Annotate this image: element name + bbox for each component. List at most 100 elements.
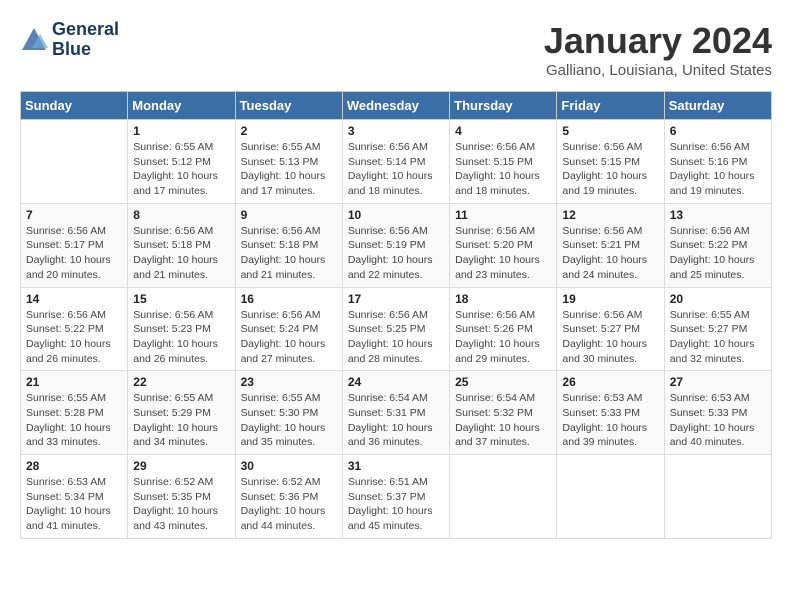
day-info: Sunrise: 6:56 AMSunset: 5:14 PMDaylight:… [348,140,444,199]
calendar-week-row: 1Sunrise: 6:55 AMSunset: 5:12 PMDaylight… [21,120,772,204]
day-number: 13 [670,208,766,222]
day-info: Sunrise: 6:55 AMSunset: 5:13 PMDaylight:… [241,140,337,199]
calendar-cell: 31 Sunrise: 6:51 AMSunset: 5:37 PMDayligh… [342,455,449,539]
day-number: 15 [133,292,229,306]
day-number: 23 [241,375,337,389]
calendar-week-row: 21 Sunrise: 6:55 AMSunset: 5:28 PMDayligh… [21,371,772,455]
calendar-cell: 12 Sunrise: 6:56 AMSunset: 5:21 PMDayligh… [557,203,664,287]
day-number: 4 [455,124,551,138]
day-info: Sunrise: 6:55 AMSunset: 5:27 PMDaylight:… [670,308,766,367]
calendar-cell: 8Sunrise: 6:56 AMSunset: 5:18 PMDaylight… [128,203,235,287]
column-header-sunday: Sunday [21,92,128,120]
column-header-tuesday: Tuesday [235,92,342,120]
day-number: 16 [241,292,337,306]
calendar-cell: 22 Sunrise: 6:55 AMSunset: 5:29 PMDayligh… [128,371,235,455]
calendar-cell: 19 Sunrise: 6:56 AMSunset: 5:27 PMDayligh… [557,287,664,371]
calendar-cell: 20 Sunrise: 6:55 AMSunset: 5:27 PMDayligh… [664,287,771,371]
day-info: Sunrise: 6:55 AMSunset: 5:12 PMDaylight:… [133,140,229,199]
calendar-cell [21,120,128,204]
day-number: 10 [348,208,444,222]
logo-text: General Blue [52,20,119,60]
day-number: 7 [26,208,122,222]
day-info: Sunrise: 6:52 AMSunset: 5:36 PMDaylight:… [241,475,337,534]
day-number: 14 [26,292,122,306]
day-number: 18 [455,292,551,306]
calendar-cell: 17 Sunrise: 6:56 AMSunset: 5:25 PMDayligh… [342,287,449,371]
calendar-cell: 7 Sunrise: 6:56 AMSunset: 5:17 PMDaylight… [21,203,128,287]
day-info: Sunrise: 6:56 AMSunset: 5:20 PMDaylight:… [455,224,551,283]
calendar-cell: 29 Sunrise: 6:52 AMSunset: 5:35 PMDayligh… [128,455,235,539]
calendar-title: January 2024 [544,20,772,62]
day-info: Sunrise: 6:52 AMSunset: 5:35 PMDaylight:… [133,475,229,534]
calendar-cell: 23 Sunrise: 6:55 AMSunset: 5:30 PMDayligh… [235,371,342,455]
day-number: 28 [26,459,122,473]
day-info: Sunrise: 6:55 AMSunset: 5:29 PMDaylight:… [133,391,229,450]
calendar-cell: 25Sunrise: 6:54 AMSunset: 5:32 PMDayligh… [450,371,557,455]
calendar-cell [450,455,557,539]
calendar-cell: 1Sunrise: 6:55 AMSunset: 5:12 PMDaylight… [128,120,235,204]
day-number: 27 [670,375,766,389]
calendar-week-row: 28Sunrise: 6:53 AMSunset: 5:34 PMDayligh… [21,455,772,539]
day-number: 17 [348,292,444,306]
day-info: Sunrise: 6:56 AMSunset: 5:15 PMDaylight:… [455,140,551,199]
day-info: Sunrise: 6:56 AMSunset: 5:21 PMDaylight:… [562,224,658,283]
calendar-cell: 5 Sunrise: 6:56 AMSunset: 5:15 PMDaylight… [557,120,664,204]
column-header-monday: Monday [128,92,235,120]
day-number: 22 [133,375,229,389]
calendar-cell: 4 Sunrise: 6:56 AMSunset: 5:15 PMDaylight… [450,120,557,204]
calendar-cell: 9Sunrise: 6:56 AMSunset: 5:18 PMDaylight… [235,203,342,287]
day-number: 24 [348,375,444,389]
day-number: 26 [562,375,658,389]
calendar-cell: 21 Sunrise: 6:55 AMSunset: 5:28 PMDayligh… [21,371,128,455]
column-header-friday: Friday [557,92,664,120]
day-info: Sunrise: 6:56 AMSunset: 5:16 PMDaylight:… [670,140,766,199]
day-info: Sunrise: 6:56 AMSunset: 5:19 PMDaylight:… [348,224,444,283]
calendar-cell: 26 Sunrise: 6:53 AMSunset: 5:33 PMDayligh… [557,371,664,455]
day-info: Sunrise: 6:55 AMSunset: 5:30 PMDaylight:… [241,391,337,450]
day-number: 12 [562,208,658,222]
logo-line1: General [52,20,119,40]
day-info: Sunrise: 6:53 AMSunset: 5:33 PMDaylight:… [562,391,658,450]
calendar-cell: 10 Sunrise: 6:56 AMSunset: 5:19 PMDayligh… [342,203,449,287]
logo-icon [20,26,48,54]
calendar-subtitle: Galliano, Louisiana, United States [544,62,772,79]
day-info: Sunrise: 6:54 AMSunset: 5:31 PMDaylight:… [348,391,444,450]
day-number: 21 [26,375,122,389]
day-info: Sunrise: 6:56 AMSunset: 5:17 PMDaylight:… [26,224,122,283]
day-number: 29 [133,459,229,473]
calendar-cell: 6 Sunrise: 6:56 AMSunset: 5:16 PMDaylight… [664,120,771,204]
day-info: Sunrise: 6:56 AMSunset: 5:26 PMDaylight:… [455,308,551,367]
day-info: Sunrise: 6:55 AMSunset: 5:28 PMDaylight:… [26,391,122,450]
day-info: Sunrise: 6:56 AMSunset: 5:27 PMDaylight:… [562,308,658,367]
column-header-thursday: Thursday [450,92,557,120]
calendar-header-row: SundayMondayTuesdayWednesdayThursdayFrid… [21,92,772,120]
day-number: 2 [241,124,337,138]
calendar-cell: 11Sunrise: 6:56 AMSunset: 5:20 PMDayligh… [450,203,557,287]
calendar-cell: 3Sunrise: 6:56 AMSunset: 5:14 PMDaylight… [342,120,449,204]
title-area: January 2024 Galliano, Louisiana, United… [544,20,772,79]
day-info: Sunrise: 6:56 AMSunset: 5:24 PMDaylight:… [241,308,337,367]
day-number: 30 [241,459,337,473]
day-number: 5 [562,124,658,138]
column-header-wednesday: Wednesday [342,92,449,120]
day-info: Sunrise: 6:51 AMSunset: 5:37 PMDaylight:… [348,475,444,534]
calendar-cell: 27 Sunrise: 6:53 AMSunset: 5:33 PMDayligh… [664,371,771,455]
day-number: 31 [348,459,444,473]
day-number: 20 [670,292,766,306]
column-header-saturday: Saturday [664,92,771,120]
day-info: Sunrise: 6:56 AMSunset: 5:22 PMDaylight:… [670,224,766,283]
calendar-cell [557,455,664,539]
day-number: 9 [241,208,337,222]
calendar-week-row: 7 Sunrise: 6:56 AMSunset: 5:17 PMDaylight… [21,203,772,287]
calendar-cell: 13 Sunrise: 6:56 AMSunset: 5:22 PMDayligh… [664,203,771,287]
day-info: Sunrise: 6:56 AMSunset: 5:25 PMDaylight:… [348,308,444,367]
calendar-cell: 30 Sunrise: 6:52 AMSunset: 5:36 PMDayligh… [235,455,342,539]
day-info: Sunrise: 6:56 AMSunset: 5:15 PMDaylight:… [562,140,658,199]
day-number: 19 [562,292,658,306]
day-number: 6 [670,124,766,138]
day-info: Sunrise: 6:56 AMSunset: 5:23 PMDaylight:… [133,308,229,367]
day-info: Sunrise: 6:54 AMSunset: 5:32 PMDaylight:… [455,391,551,450]
calendar-cell [664,455,771,539]
logo: General Blue [20,20,119,60]
day-info: Sunrise: 6:53 AMSunset: 5:33 PMDaylight:… [670,391,766,450]
